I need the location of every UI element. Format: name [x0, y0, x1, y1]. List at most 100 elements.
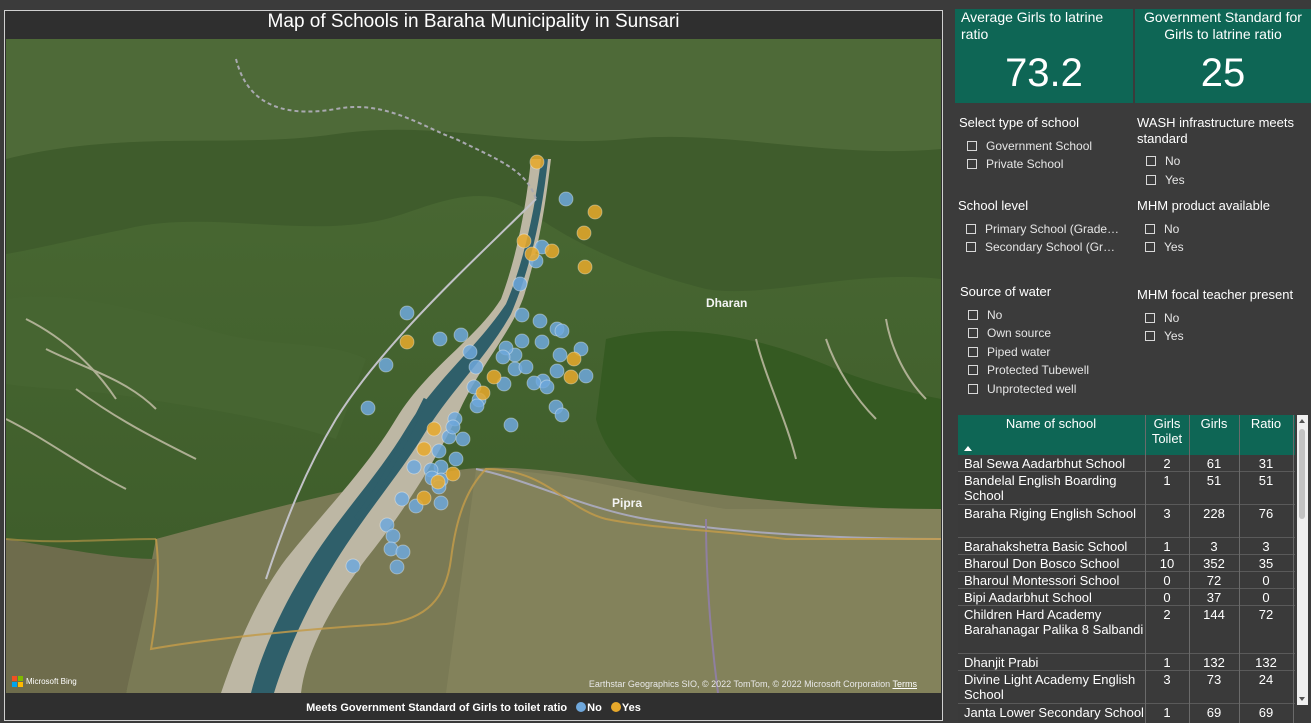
school-point-yes[interactable] [426, 421, 442, 437]
school-point-no[interactable] [445, 419, 461, 435]
table-row[interactable]: Janta Lower Secondary School 1 69 69 [958, 704, 1295, 723]
school-point-no[interactable] [399, 305, 415, 321]
school-point-no[interactable] [554, 407, 570, 423]
school-point-yes[interactable] [416, 490, 432, 506]
school-point-no[interactable] [539, 379, 555, 395]
checkbox-icon [1145, 224, 1155, 234]
table-row[interactable]: Dhanjit Prabi 1 132 132 [958, 654, 1295, 671]
school-point-no[interactable] [462, 344, 478, 360]
school-point-no[interactable] [518, 359, 534, 375]
satellite-map[interactable]: Dharan Pipra Earthstar Geographics SIO, … [6, 39, 941, 693]
ratio-cell: 35 [1258, 556, 1274, 571]
schools-table[interactable]: Name of school Girls Toilet Girls Ratio … [958, 415, 1295, 723]
school-point-yes[interactable] [577, 259, 593, 275]
school-point-no[interactable] [552, 347, 568, 363]
school-point-no[interactable] [532, 313, 548, 329]
filter-option-water-no[interactable]: No [968, 308, 1002, 322]
filter-option-private[interactable]: Private School [967, 157, 1063, 171]
filter-option-unprotected-well[interactable]: Unprotected well [968, 382, 1076, 396]
girls-cell: 51 [1206, 473, 1222, 488]
school-point-no[interactable] [385, 528, 401, 544]
school-point-no[interactable] [345, 558, 361, 574]
school-point-no[interactable] [433, 495, 449, 511]
school-point-yes[interactable] [416, 441, 432, 457]
legend-no-dot [576, 702, 587, 712]
school-point-no[interactable] [554, 323, 570, 339]
table-row[interactable]: Baraha Riging English School 3 228 76 [958, 505, 1295, 538]
table-row[interactable]: Children Hard Academy Barahanagar Palika… [958, 606, 1295, 654]
school-point-no[interactable] [514, 333, 530, 349]
checkbox-icon [968, 365, 978, 375]
school-point-no[interactable] [448, 451, 464, 467]
school-name-cell: Bharoul Montessori School [964, 573, 1120, 588]
table-scrollbar[interactable] [1297, 415, 1308, 705]
school-point-no[interactable] [514, 307, 530, 323]
table-row[interactable]: Bharoul Montessori School 0 72 0 [958, 572, 1295, 589]
school-point-no[interactable] [394, 491, 410, 507]
table-row[interactable]: Barahakshetra Basic School 1 3 3 [958, 538, 1295, 555]
school-point-no[interactable] [503, 417, 519, 433]
terms-link[interactable]: Terms [893, 679, 918, 689]
school-point-yes[interactable] [576, 225, 592, 241]
school-point-no[interactable] [578, 368, 594, 384]
filter-option-primary[interactable]: Primary School (Grade… [966, 222, 1119, 236]
school-point-no[interactable] [360, 400, 376, 416]
map-canvas[interactable]: Dharan Pipra [6, 39, 941, 693]
school-point-yes[interactable] [544, 243, 560, 259]
table-row[interactable]: Divine Light Academy English School 3 73 24 [958, 671, 1295, 704]
school-point-yes[interactable] [445, 466, 461, 482]
school-point-no[interactable] [431, 443, 447, 459]
school-point-no[interactable] [406, 459, 422, 475]
ratio-cell: 72 [1258, 607, 1274, 622]
filter-option-mhm-product-yes[interactable]: Yes [1145, 240, 1184, 254]
filter-option-mhm-teacher-yes[interactable]: Yes [1145, 329, 1184, 343]
school-point-no[interactable] [468, 359, 484, 375]
filter-option-government[interactable]: Government School [967, 139, 1092, 153]
school-point-no[interactable] [455, 431, 471, 447]
school-point-no[interactable] [512, 276, 528, 292]
column-header-ratio[interactable]: Ratio [1240, 416, 1292, 431]
school-point-yes[interactable] [524, 246, 540, 262]
table-row[interactable]: Bharoul Don Bosco School 10 352 35 [958, 555, 1295, 572]
school-point-yes[interactable] [566, 351, 582, 367]
school-point-yes[interactable] [486, 369, 502, 385]
school-point-no[interactable] [395, 544, 411, 560]
column-header-girls-toilet[interactable]: Girls Toilet [1147, 416, 1187, 446]
school-point-no[interactable] [534, 334, 550, 350]
school-point-no[interactable] [526, 375, 542, 391]
school-point-yes[interactable] [516, 233, 532, 249]
filter-option-wash-no[interactable]: No [1146, 154, 1180, 168]
school-point-yes[interactable] [399, 334, 415, 350]
column-header-name[interactable]: Name of school [958, 416, 1144, 431]
school-point-no[interactable] [469, 398, 485, 414]
checkbox-icon [968, 310, 978, 320]
ratio-cell: 51 [1258, 473, 1274, 488]
filter-option-mhm-product-no[interactable]: No [1145, 222, 1179, 236]
school-point-yes[interactable] [529, 154, 545, 170]
table-row[interactable]: Bal Sewa Aadarbhut School 2 61 31 [958, 455, 1295, 472]
ratio-cell: 69 [1258, 705, 1274, 720]
filter-option-own-source[interactable]: Own source [968, 326, 1051, 340]
school-point-yes[interactable] [475, 385, 491, 401]
girls-toilet-cell: 3 [1163, 672, 1171, 687]
school-point-no[interactable] [378, 357, 394, 373]
school-point-no[interactable] [549, 363, 565, 379]
school-point-yes[interactable] [563, 369, 579, 385]
school-point-no[interactable] [558, 191, 574, 207]
school-point-no[interactable] [453, 327, 469, 343]
table-row[interactable]: Bipi Aadarbhut School 0 37 0 [958, 589, 1295, 606]
filter-option-piped-water[interactable]: Piped water [968, 345, 1050, 359]
filter-option-mhm-teacher-no[interactable]: No [1145, 311, 1179, 325]
sort-ascending-icon[interactable] [964, 446, 972, 451]
column-header-girls[interactable]: Girls [1190, 416, 1238, 431]
school-point-no[interactable] [389, 559, 405, 575]
school-point-no[interactable] [495, 349, 511, 365]
filter-option-wash-yes[interactable]: Yes [1146, 173, 1185, 187]
school-point-yes[interactable] [587, 204, 603, 220]
table-row[interactable]: Bandelal English Boarding School 1 51 51 [958, 472, 1295, 505]
filter-option-secondary[interactable]: Secondary School (Gr… [966, 240, 1115, 254]
school-point-no[interactable] [432, 331, 448, 347]
girls-toilet-cell: 0 [1163, 590, 1171, 605]
filter-option-protected-tubewell[interactable]: Protected Tubewell [968, 363, 1089, 377]
school-point-yes[interactable] [430, 474, 446, 490]
